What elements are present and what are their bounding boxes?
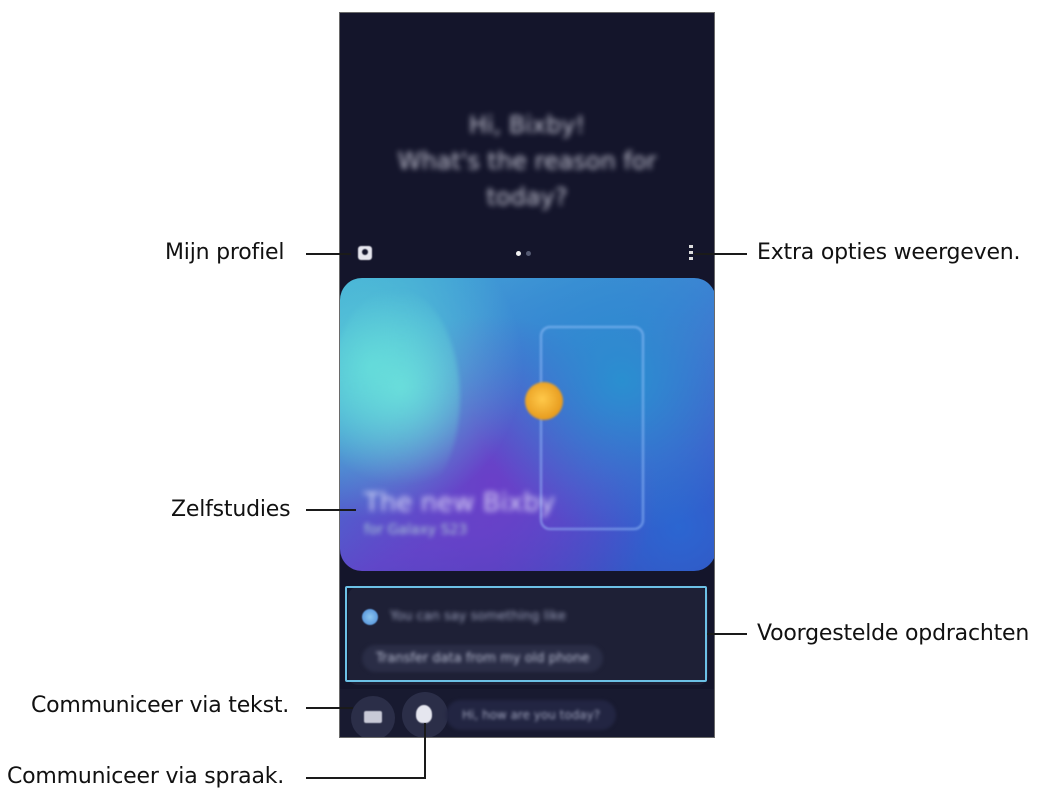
leader-line-profile: [306, 253, 351, 255]
profile-icon[interactable]: [358, 246, 372, 260]
suggested-commands-highlight: [345, 586, 707, 682]
callout-more-options: Extra opties weergeven.: [757, 240, 1021, 265]
callout-profile: Mijn profiel: [165, 240, 285, 265]
leader-line-tutorials: [306, 509, 356, 511]
leader-line-voice-input-horizontal: [306, 777, 426, 779]
tutorial-card[interactable]: The new Bixby for Galaxy S23: [340, 278, 714, 571]
leader-line-more-options: [694, 253, 747, 255]
leader-line-text-input: [306, 707, 353, 709]
keyboard-icon[interactable]: [351, 696, 395, 737]
greeting-line-2: What's the reason for: [397, 147, 657, 175]
face-illustration: [340, 288, 460, 508]
leader-line-suggested-commands: [707, 633, 747, 635]
page-indicator: [516, 251, 531, 256]
input-bar: Hi, how are you today?: [340, 689, 714, 737]
leader-line-voice-input-vertical: [424, 723, 426, 779]
phone-illustration: [540, 326, 644, 530]
more-options-icon[interactable]: [689, 245, 693, 261]
callout-suggested-commands: Voorgestelde opdrachten: [757, 621, 1030, 646]
greeting-line-1: Hi, Bixby!: [468, 111, 586, 139]
callout-voice-input: Communiceer via spraak.: [7, 764, 285, 789]
tutorial-card-title: The new Bixby: [364, 488, 555, 518]
bixby-orb-illustration: [525, 382, 563, 420]
greeting-line-3: today?: [486, 183, 568, 211]
voice-hint: Hi, how are you today?: [446, 700, 617, 730]
tutorial-card-subtitle: for Galaxy S23: [364, 522, 468, 538]
callout-text-input: Communiceer via tekst.: [31, 693, 290, 718]
callout-tutorials: Zelfstudies: [171, 497, 291, 522]
